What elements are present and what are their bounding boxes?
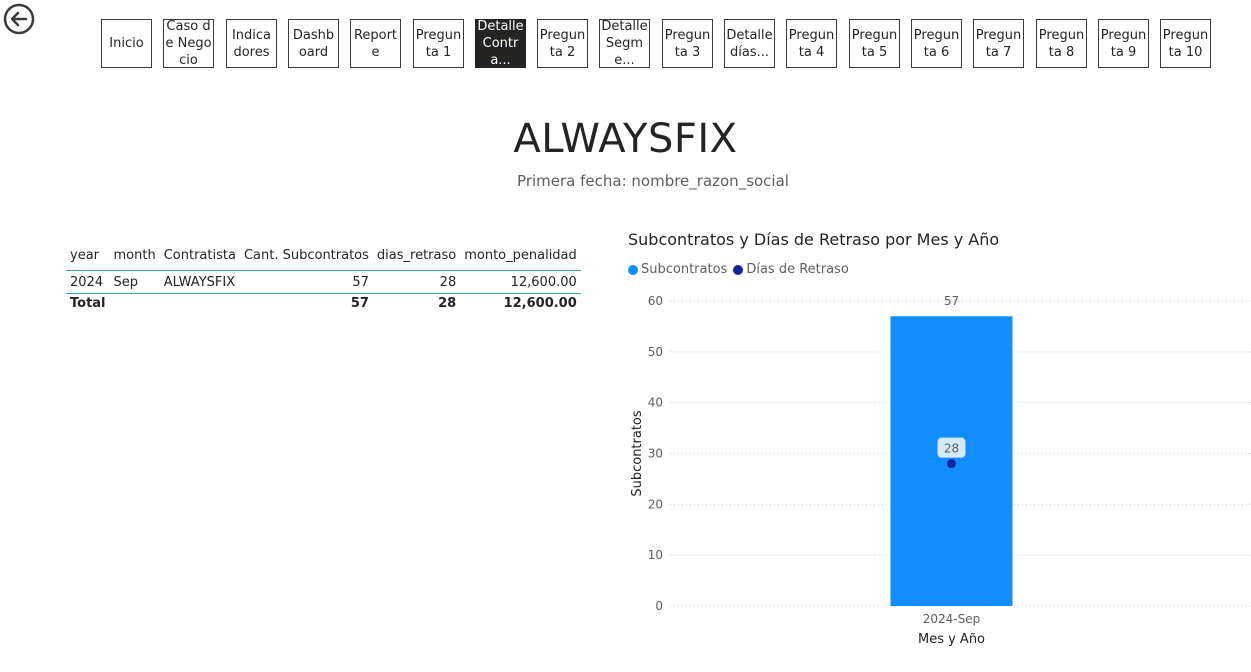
cell-monto-penalidad: 12,600.00 <box>460 270 581 294</box>
nav-button-pregunta-8[interactable]: Pregunta 8 <box>1036 19 1087 68</box>
x-tick-label: 2024-Sep <box>923 612 981 626</box>
nav-button-pregunta-3[interactable]: Pregunta 3 <box>662 19 713 68</box>
chart-title: Subcontratos y Días de Retraso por Mes y… <box>628 230 1000 249</box>
cell-year: 2024 <box>66 270 110 294</box>
back-arrow-icon <box>3 3 35 35</box>
legend-label-dias-retraso: Días de Retraso <box>746 262 849 277</box>
legend-dot-dias-retraso <box>733 264 744 275</box>
col-header-dias-retraso[interactable]: dias_retraso <box>372 244 461 271</box>
legend-item-subcontratos[interactable]: Subcontratos <box>628 262 727 277</box>
total-empty-contratista <box>160 294 240 314</box>
nav-button-reporte[interactable]: Reporte <box>350 19 401 68</box>
nav-button-detalle-días[interactable]: Detalle días... <box>724 19 775 68</box>
cell-dias-retraso: 28 <box>372 270 461 294</box>
point-data-label: 28 <box>944 442 959 456</box>
col-header-year[interactable]: year <box>66 244 110 271</box>
nav-button-dashboard[interactable]: Dashboard <box>288 19 339 68</box>
nav-button-pregunta-4[interactable]: Pregunta 4 <box>786 19 837 68</box>
nav-button-pregunta-7[interactable]: Pregunta 7 <box>973 19 1024 68</box>
legend-label-subcontratos: Subcontratos <box>641 262 728 277</box>
total-label: Total <box>70 296 106 311</box>
details-table: year month Contratista Cant. Subcontrato… <box>66 244 581 313</box>
point-dias-retraso <box>947 459 956 469</box>
col-header-contratista[interactable]: Contratista <box>159 244 240 271</box>
nav-button-pregunta-10[interactable]: Pregunta 10 <box>1160 19 1211 68</box>
nav-button-pregunta-1[interactable]: Pregunta 1 <box>413 19 464 68</box>
table-total-row: Total 57 28 12,600.00 <box>66 294 581 314</box>
nav-button-pregunta-9[interactable]: Pregunta 9 <box>1098 19 1149 68</box>
page-subtitle: Primera fecha: nombre_razon_social <box>517 172 789 190</box>
total-cant-subcontratos: 57 <box>350 296 369 311</box>
table-header-row: year month Contratista Cant. Subcontrato… <box>66 244 581 271</box>
x-axis-label: Mes y Año <box>918 632 985 647</box>
y-tick-label: 10 <box>648 548 663 562</box>
total-dias-retraso: 28 <box>438 296 457 311</box>
back-arrow-button[interactable] <box>3 3 35 35</box>
y-tick-label: 40 <box>648 396 663 410</box>
page-title: ALWAYSFIX <box>513 116 738 162</box>
cell-month: Sep <box>109 270 160 294</box>
nav-button-detalle-segme[interactable]: Detalle Segme... <box>599 19 650 68</box>
nav-button-pregunta-6[interactable]: Pregunta 6 <box>911 19 962 68</box>
nav-button-pregunta-5[interactable]: Pregunta 5 <box>849 19 900 68</box>
y-tick-label: 50 <box>648 345 663 359</box>
total-empty-month <box>110 294 160 314</box>
cell-contratista: ALWAYSFIX <box>159 270 240 294</box>
col-header-cant-subcontratos[interactable]: Cant. Subcontratos <box>239 244 373 271</box>
cell-cant-subcontratos: 57 <box>239 270 373 294</box>
combo-chart: 0 10 20 30 40 50 60 Subcontratos 57 2024-Sep 28 Mes… <box>630 294 1251 647</box>
y-tick-label: 30 <box>648 447 663 461</box>
y-tick-label: 60 <box>648 294 663 308</box>
y-axis-label: Subcontratos <box>630 410 645 497</box>
y-tick-label: 20 <box>648 497 663 511</box>
legend-item-dias-retraso[interactable]: Días de Retraso <box>733 262 849 277</box>
chart-legend: Subcontratos Días de Retraso <box>628 262 855 277</box>
nav-button-detalle-contra[interactable]: Detalle Contra... <box>475 19 526 68</box>
legend-dot-subcontratos <box>628 264 638 275</box>
nav-button-inicio[interactable]: Inicio <box>101 19 152 68</box>
table-row[interactable]: 2024 Sep ALWAYSFIX 57 28 12,600.00 <box>66 270 581 294</box>
y-tick-label: 0 <box>655 599 663 613</box>
bar-data-label: 57 <box>944 294 959 308</box>
nav-button-indicadores[interactable]: Indicadores <box>226 19 277 68</box>
nav-button-caso-de-negocio[interactable]: Caso de Negocio <box>163 19 214 68</box>
col-header-month[interactable]: month <box>109 244 160 271</box>
col-header-monto-penalidad[interactable]: monto_penalidad <box>460 244 581 271</box>
nav-button-pregunta-2[interactable]: Pregunta 2 <box>537 19 588 68</box>
total-monto-penalidad: 12,600.00 <box>503 296 577 311</box>
